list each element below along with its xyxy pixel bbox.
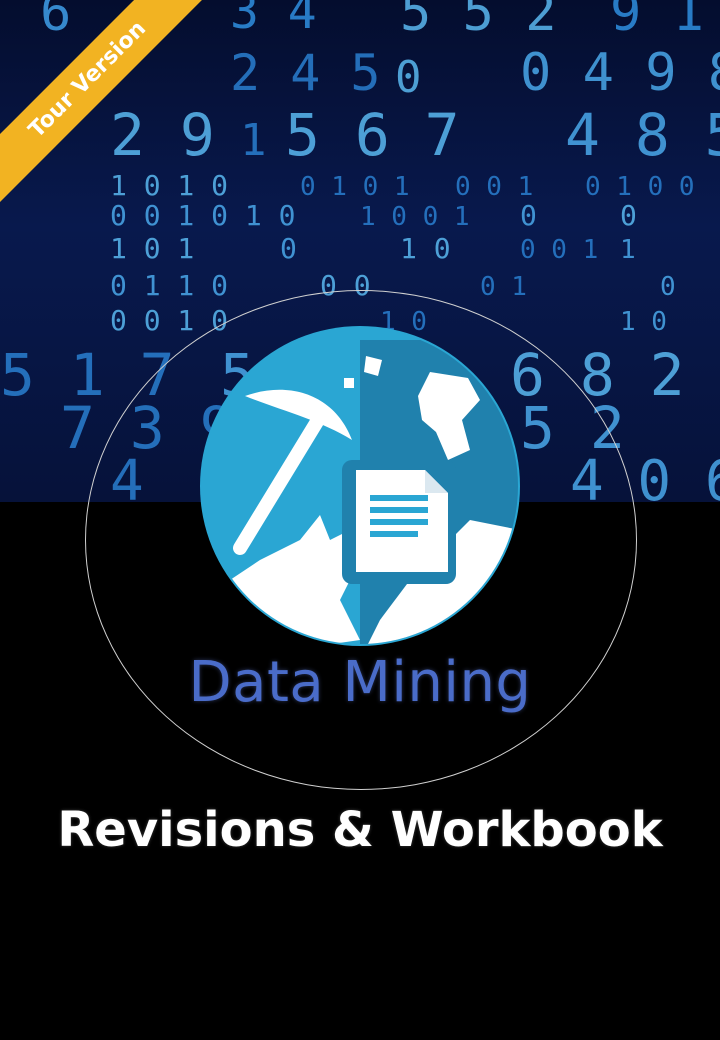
- svg-text:1: 1: [240, 115, 267, 166]
- svg-text:4 8 5: 4 8 5: [565, 101, 720, 169]
- svg-text:0: 0: [520, 199, 537, 232]
- svg-text:0: 0: [395, 52, 422, 103]
- svg-text:1 0: 1 0: [400, 232, 451, 265]
- svg-text:2 4 5: 2 4 5: [230, 44, 381, 102]
- book-title: Data Mining: [188, 650, 532, 715]
- svg-text:1 0 0 1: 1 0 0 1: [360, 202, 470, 232]
- corner-ribbon: Tour Version: [0, 0, 240, 240]
- svg-text:0: 0: [280, 232, 297, 265]
- book-subtitle: Revisions & Workbook: [57, 802, 663, 858]
- svg-text:0 1 0 1: 0 1 0 1: [300, 172, 410, 202]
- svg-text:1: 1: [620, 235, 636, 265]
- svg-text:1 0: 1 0: [620, 307, 667, 337]
- svg-text:0 4 9 8: 0 4 9 8: [520, 43, 720, 103]
- svg-text:5 5 2: 5 5 2: [400, 0, 557, 43]
- svg-text:5 6 7: 5 6 7: [285, 101, 460, 169]
- svg-text:0 1 1 0: 0 1 1 0: [110, 269, 228, 302]
- decorative-circle-outline: [85, 290, 637, 790]
- cover-page: 6 3 4 5 5 2 9 1 2 4 5 0 0 4 9 8 2 9 1 5 …: [0, 0, 720, 1040]
- svg-text:0: 0: [660, 272, 676, 302]
- svg-text:0 0 1: 0 0 1: [520, 235, 598, 265]
- svg-text:0 0 1: 0 0 1: [455, 172, 533, 202]
- svg-text:0: 0: [620, 199, 637, 232]
- svg-text:3 4: 3 4: [230, 0, 317, 40]
- svg-text:0 1 0 0: 0 1 0 0: [585, 172, 695, 202]
- tour-version-ribbon-label: Tour Version: [0, 0, 212, 204]
- svg-text:0 1: 0 1: [480, 272, 527, 302]
- svg-text:9 1: 9 1: [610, 0, 704, 43]
